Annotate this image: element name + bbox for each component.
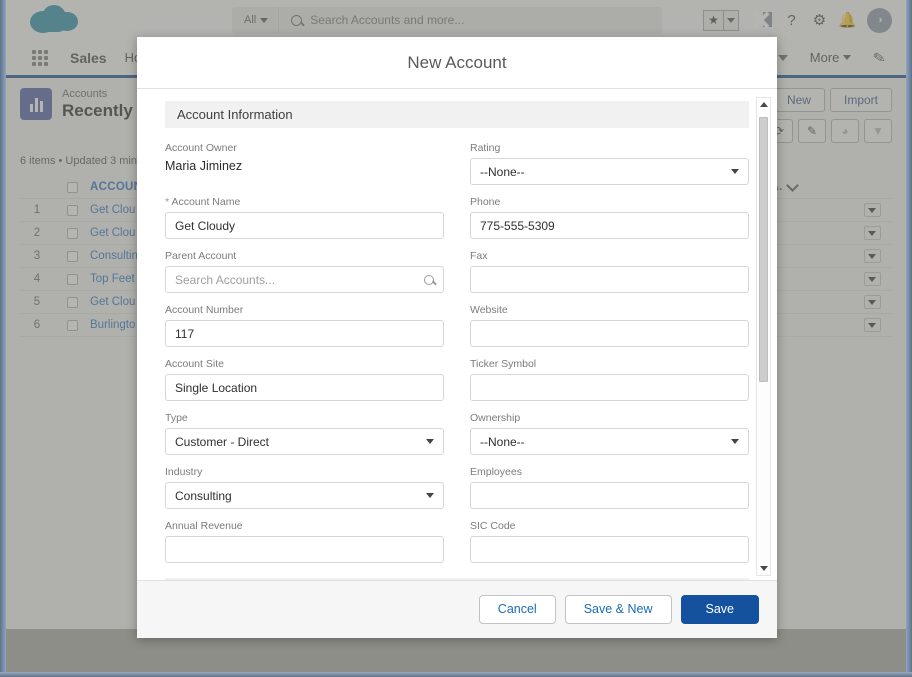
account-number-input[interactable]: 117 [165, 320, 444, 347]
field-employees: Employees [470, 466, 749, 509]
ticker-symbol-input[interactable] [470, 374, 749, 401]
field-parent-account: Parent Account Search Accounts... [165, 250, 444, 293]
field-label: Fax [470, 250, 488, 262]
field-account-name: * Account Name Get Cloudy [165, 196, 444, 239]
scroll-down-icon[interactable] [757, 562, 770, 575]
parent-account-lookup[interactable]: Search Accounts... [165, 266, 444, 293]
section-account-information: Account Information [165, 101, 749, 128]
employees-input[interactable] [470, 482, 749, 509]
field-label: Annual Revenue [165, 520, 243, 532]
website-input[interactable] [470, 320, 749, 347]
field-account-number: Account Number 117 [165, 304, 444, 347]
section-address-information: Address Information [165, 578, 749, 580]
chevron-down-icon [731, 439, 739, 444]
scrollbar-thumb[interactable] [759, 117, 768, 382]
industry-select[interactable]: Consulting [165, 482, 444, 509]
field-sic-code: SIC Code [470, 520, 749, 563]
field-ticker-symbol: Ticker Symbol [470, 358, 749, 401]
field-industry: Industry Consulting [165, 466, 444, 509]
type-value: Customer - Direct [175, 434, 270, 449]
field-label: Parent Account [165, 250, 237, 262]
field-account-owner: Account Owner Maria Jiminez [165, 142, 444, 185]
modal-body: Account Information Account Owner Maria … [137, 89, 777, 580]
modal-footer: Cancel Save & New Save [137, 580, 777, 638]
field-ownership: Ownership --None-- [470, 412, 749, 455]
rating-select[interactable]: --None-- [470, 158, 749, 185]
field-label: * Account Name [165, 196, 444, 209]
field-annual-revenue: Annual Revenue [165, 520, 444, 563]
window-frame-right [906, 0, 912, 677]
cancel-button[interactable]: Cancel [478, 595, 556, 624]
field-label: Account Number [165, 304, 244, 316]
account-site-input[interactable]: Single Location [165, 374, 444, 401]
scroll-up-icon[interactable] [757, 98, 770, 111]
field-website: Website [470, 304, 749, 347]
phone-input[interactable]: 775-555-5309 [470, 212, 749, 239]
chevron-down-icon [731, 169, 739, 174]
field-label: Ownership [470, 412, 521, 424]
account-owner-value: Maria Jiminez [165, 159, 243, 173]
modal-header: New Account [137, 37, 777, 89]
search-icon [424, 274, 434, 285]
sic-code-input[interactable] [470, 536, 749, 563]
industry-value: Consulting [175, 488, 232, 503]
field-type: Type Customer - Direct [165, 412, 444, 455]
account-name-value: Get Cloudy [175, 218, 236, 233]
chevron-down-icon [426, 439, 434, 444]
account-information-fields: Account Owner Maria Jiminez Rating --Non… [165, 142, 749, 574]
field-label: Account Site [165, 358, 224, 370]
account-number-value: 117 [175, 326, 195, 341]
ownership-value: --None-- [480, 434, 525, 449]
type-select[interactable]: Customer - Direct [165, 428, 444, 455]
field-label: Industry [165, 466, 203, 478]
save-and-new-button[interactable]: Save & New [564, 595, 672, 624]
field-label: Rating [470, 142, 501, 154]
field-label: SIC Code [470, 520, 516, 532]
field-label: Type [165, 412, 188, 424]
required-marker: * [165, 196, 170, 208]
phone-value: 775-555-5309 [480, 218, 555, 233]
section-title: Account Information [177, 107, 293, 122]
application-window: All Search Accounts and more... ★ [0, 0, 912, 677]
chevron-down-icon [426, 493, 434, 498]
field-label: Phone [470, 196, 501, 208]
field-phone: Phone 775-555-5309 [470, 196, 749, 239]
account-site-value: Single Location [175, 380, 258, 395]
modal-title: New Account [407, 52, 507, 72]
field-label: Employees [470, 466, 522, 478]
window-frame-bottom [0, 672, 912, 677]
field-rating: Rating --None-- [470, 142, 749, 185]
new-account-modal: New Account Account Information Account … [137, 37, 777, 638]
ownership-select[interactable]: --None-- [470, 428, 749, 455]
account-name-input[interactable]: Get Cloudy [165, 212, 444, 239]
parent-account-placeholder: Search Accounts... [175, 272, 276, 287]
modal-scrollbar[interactable] [756, 97, 771, 576]
scrollbar-track[interactable] [757, 111, 770, 562]
field-label: Website [470, 304, 508, 316]
field-account-site: Account Site Single Location [165, 358, 444, 401]
save-button[interactable]: Save [680, 595, 759, 624]
annual-revenue-input[interactable] [165, 536, 444, 563]
field-label: Ticker Symbol [470, 358, 537, 370]
field-label-text: Account Name [171, 196, 241, 208]
fax-input[interactable] [470, 266, 749, 293]
field-fax: Fax [470, 250, 749, 293]
rating-value: --None-- [480, 164, 525, 179]
field-label: Account Owner [165, 142, 237, 154]
